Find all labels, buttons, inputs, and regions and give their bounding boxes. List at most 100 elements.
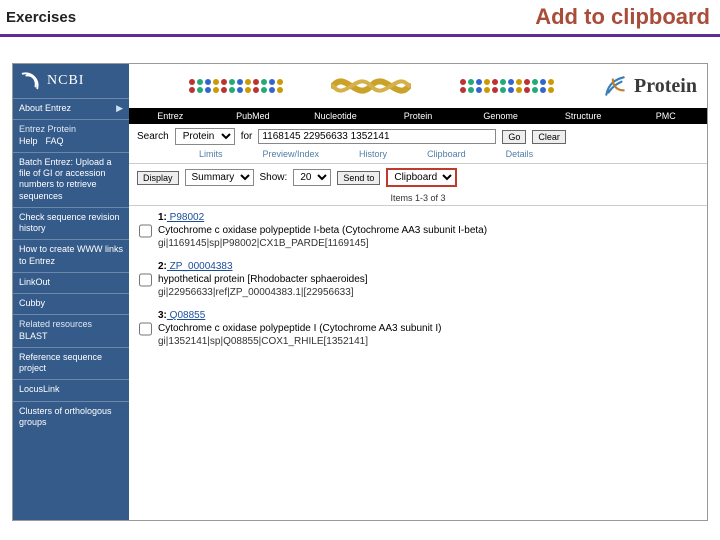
search-db-select[interactable]: Protein xyxy=(175,128,235,145)
bead-icon xyxy=(253,79,259,85)
bead-icon xyxy=(261,79,267,85)
tab-protein[interactable]: Protein xyxy=(377,111,460,121)
result-title: Cytochrome c oxidase polypeptide I (Cyto… xyxy=(158,323,697,334)
bead-icon xyxy=(245,87,251,93)
bead-icon xyxy=(476,79,482,85)
banner-title-text: Protein xyxy=(634,75,697,98)
sendto-button[interactable]: Send to xyxy=(337,171,380,185)
bead-icon xyxy=(460,79,466,85)
sidebar: NCBI About Entrez ▶ Entrez Protein Help … xyxy=(13,64,129,520)
bead-icon xyxy=(548,87,554,93)
bead-icon xyxy=(460,87,466,93)
sidebar-refseq[interactable]: Reference sequence project xyxy=(13,347,129,380)
items-count: Items 1-3 of 3 xyxy=(129,191,707,206)
bead-icon xyxy=(229,79,235,85)
sidebar-about-label: About Entrez xyxy=(19,103,71,114)
sidebar-linkout[interactable]: LinkOut xyxy=(13,272,129,293)
bead-icon xyxy=(500,79,506,85)
search-row: Search Protein for Go Clear xyxy=(129,124,707,149)
display-button[interactable]: Display xyxy=(137,171,179,185)
tab-entrez[interactable]: Entrez xyxy=(129,111,212,121)
main-panel: Protein EntrezPubMedNucleotideProteinGen… xyxy=(129,64,707,520)
tab-nucleotide[interactable]: Nucleotide xyxy=(294,111,377,121)
sidebar-cog[interactable]: Clusters of orthologous groups xyxy=(13,401,129,434)
bead-icon xyxy=(484,87,490,93)
sublink-clipboard[interactable]: Clipboard xyxy=(427,149,466,159)
bead-icon xyxy=(492,87,498,93)
sublink-limits[interactable]: Limits xyxy=(199,149,223,159)
tab-genome[interactable]: Genome xyxy=(459,111,542,121)
result-checkbox[interactable] xyxy=(139,213,152,249)
bead-icon xyxy=(532,79,538,85)
bead-icon xyxy=(516,79,522,85)
bead-icon xyxy=(197,79,203,85)
sidebar-blast[interactable]: BLAST xyxy=(19,331,123,342)
go-button[interactable]: Go xyxy=(502,130,526,144)
top-tabs: EntrezPubMedNucleotideProteinGenomeStruc… xyxy=(129,108,707,124)
bead-icon xyxy=(237,79,243,85)
result-accession-link[interactable]: ZP_00004383 xyxy=(167,261,233,272)
ncbi-logo[interactable]: NCBI xyxy=(13,64,129,98)
bead-icon xyxy=(245,79,251,85)
bead-icon xyxy=(213,79,219,85)
bead-row-icon xyxy=(460,87,554,93)
bead-icon xyxy=(197,87,203,93)
show-count-select[interactable]: 20 xyxy=(293,169,331,186)
result-accession-link[interactable]: P98002 xyxy=(167,212,204,223)
bead-icon xyxy=(213,87,219,93)
tab-structure[interactable]: Structure xyxy=(542,111,625,121)
slide-title-right: Add to clipboard xyxy=(535,4,710,30)
sidebar-about[interactable]: About Entrez ▶ xyxy=(13,98,129,119)
sidebar-revision[interactable]: Check sequence revision history xyxy=(13,207,129,240)
sidebar-batch[interactable]: Batch Entrez: Upload a file of GI or acc… xyxy=(13,152,129,207)
sidebar-help-link[interactable]: Help xyxy=(19,136,38,147)
sublink-history[interactable]: History xyxy=(359,149,387,159)
clear-button[interactable]: Clear xyxy=(532,130,566,144)
bead-icon xyxy=(237,87,243,93)
tab-pubmed[interactable]: PubMed xyxy=(212,111,295,121)
sidebar-locuslink[interactable]: LocusLink xyxy=(13,379,129,400)
result-number: 3: xyxy=(158,310,167,321)
result-title: hypothetical protein [Rhodobacter sphaer… xyxy=(158,274,697,285)
result-gi: gi|1352141|sp|Q08855|COX1_RHILE[1352141] xyxy=(158,336,697,347)
search-input[interactable] xyxy=(258,129,496,144)
bead-icon xyxy=(189,79,195,85)
bead-icon xyxy=(253,87,259,93)
show-label: Show: xyxy=(260,172,288,183)
result-gi: gi|22956633|ref|ZP_00004383.1|[22956633] xyxy=(158,287,697,298)
sidebar-cubby[interactable]: Cubby xyxy=(13,293,129,314)
search-label: Search xyxy=(137,131,169,142)
sidebar-related-label: Related resources xyxy=(19,319,123,330)
ncbi-swirl-icon xyxy=(19,70,41,92)
bead-icon xyxy=(189,87,195,93)
result-number: 1: xyxy=(158,212,167,223)
result-gi: gi|1169145|sp|P98002|CX1B_PARDE[1169145] xyxy=(158,238,697,249)
sidebar-section-protein: Entrez Protein Help FAQ xyxy=(13,119,129,152)
results-list: 1: P98002 Cytochrome c oxidase polypeptid… xyxy=(129,206,707,365)
slide-title-left: Exercises xyxy=(6,9,76,26)
bead-icon xyxy=(508,87,514,93)
protein-structure-icon xyxy=(602,73,628,99)
sendto-select[interactable]: Clipboard xyxy=(386,168,457,187)
ncbi-window: NCBI About Entrez ▶ Entrez Protein Help … xyxy=(12,63,708,521)
bead-icon xyxy=(205,87,211,93)
banner-title: Protein xyxy=(602,73,697,99)
format-select[interactable]: Summary xyxy=(185,169,254,186)
sidebar-faq-link[interactable]: FAQ xyxy=(46,136,64,147)
bead-icon xyxy=(277,87,283,93)
bead-icon xyxy=(205,79,211,85)
bead-icon xyxy=(269,87,275,93)
result-checkbox[interactable] xyxy=(139,311,152,347)
bead-row-icon xyxy=(189,87,283,93)
result-checkbox[interactable] xyxy=(139,262,152,298)
result-row: 2: ZP_00004383hypothetical protein [Rhod… xyxy=(139,261,697,298)
sublink-details[interactable]: Details xyxy=(506,149,534,159)
sublink-previewindex[interactable]: Preview/Index xyxy=(263,149,320,159)
result-accession-link[interactable]: Q08855 xyxy=(167,310,205,321)
search-sublinks: Limits Preview/Index History Clipboard Detai… xyxy=(129,149,707,163)
sidebar-howto[interactable]: How to create WWW links to Entrez xyxy=(13,239,129,272)
bead-icon xyxy=(221,87,227,93)
bead-icon xyxy=(508,79,514,85)
tab-pmc[interactable]: PMC xyxy=(624,111,707,121)
display-row: Display Summary Show: 20 Send to Clipboa… xyxy=(129,164,707,191)
